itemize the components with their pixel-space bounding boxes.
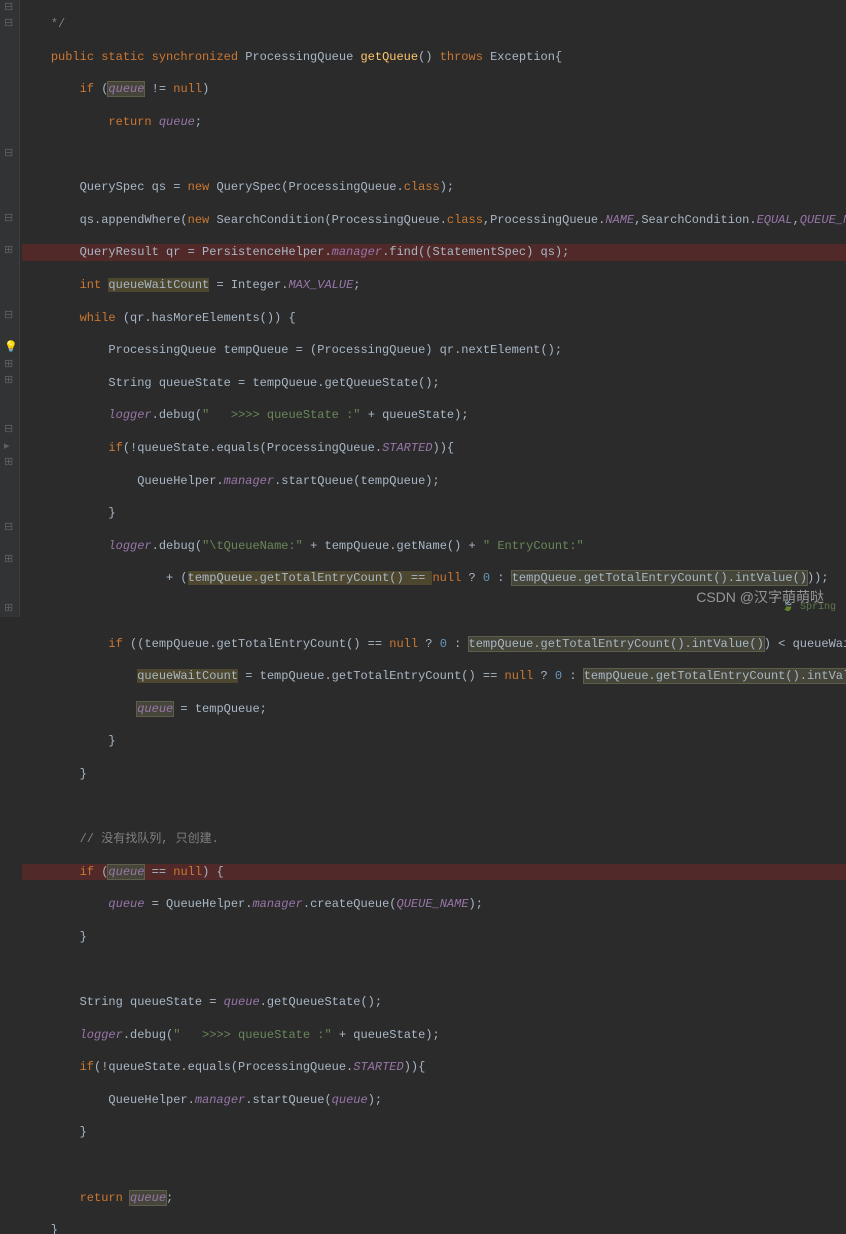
fold-icon[interactable]: ⊟ [4, 308, 13, 322]
fold-icon[interactable]: ⊞ [4, 373, 13, 387]
fold-icon[interactable]: ⊞ [4, 243, 13, 257]
fold-icon[interactable]: ⊟ [4, 146, 13, 160]
fold-icon[interactable]: ⊟ [4, 211, 13, 225]
code-editor[interactable]: */ public static synchronized Processing… [22, 0, 846, 617]
fold-icon[interactable]: ⊟ [4, 16, 13, 30]
fold-icon[interactable]: ⊞ [4, 601, 13, 615]
fold-icon[interactable]: ⊟ [4, 422, 13, 436]
gutter-marks: ⊟ ⊟ ⊟ ⊟ ⊞ ⊟ 💡 ⊞ ⊞ ⊟ ▸ ⊞ ⊟ ⊞ ⊞ [0, 0, 20, 617]
fold-icon[interactable]: ⊞ [4, 455, 13, 469]
fold-icon[interactable]: ⊟ [4, 0, 13, 14]
fold-icon[interactable]: ⊞ [4, 357, 13, 371]
bulb-icon[interactable]: 💡 [4, 340, 18, 354]
run-arrow-icon[interactable]: ▸ [4, 439, 10, 453]
fold-icon[interactable]: ⊟ [4, 520, 13, 534]
fold-icon[interactable]: ⊞ [4, 552, 13, 566]
spring-badge-icon: 🍃 Spring [782, 601, 836, 613]
